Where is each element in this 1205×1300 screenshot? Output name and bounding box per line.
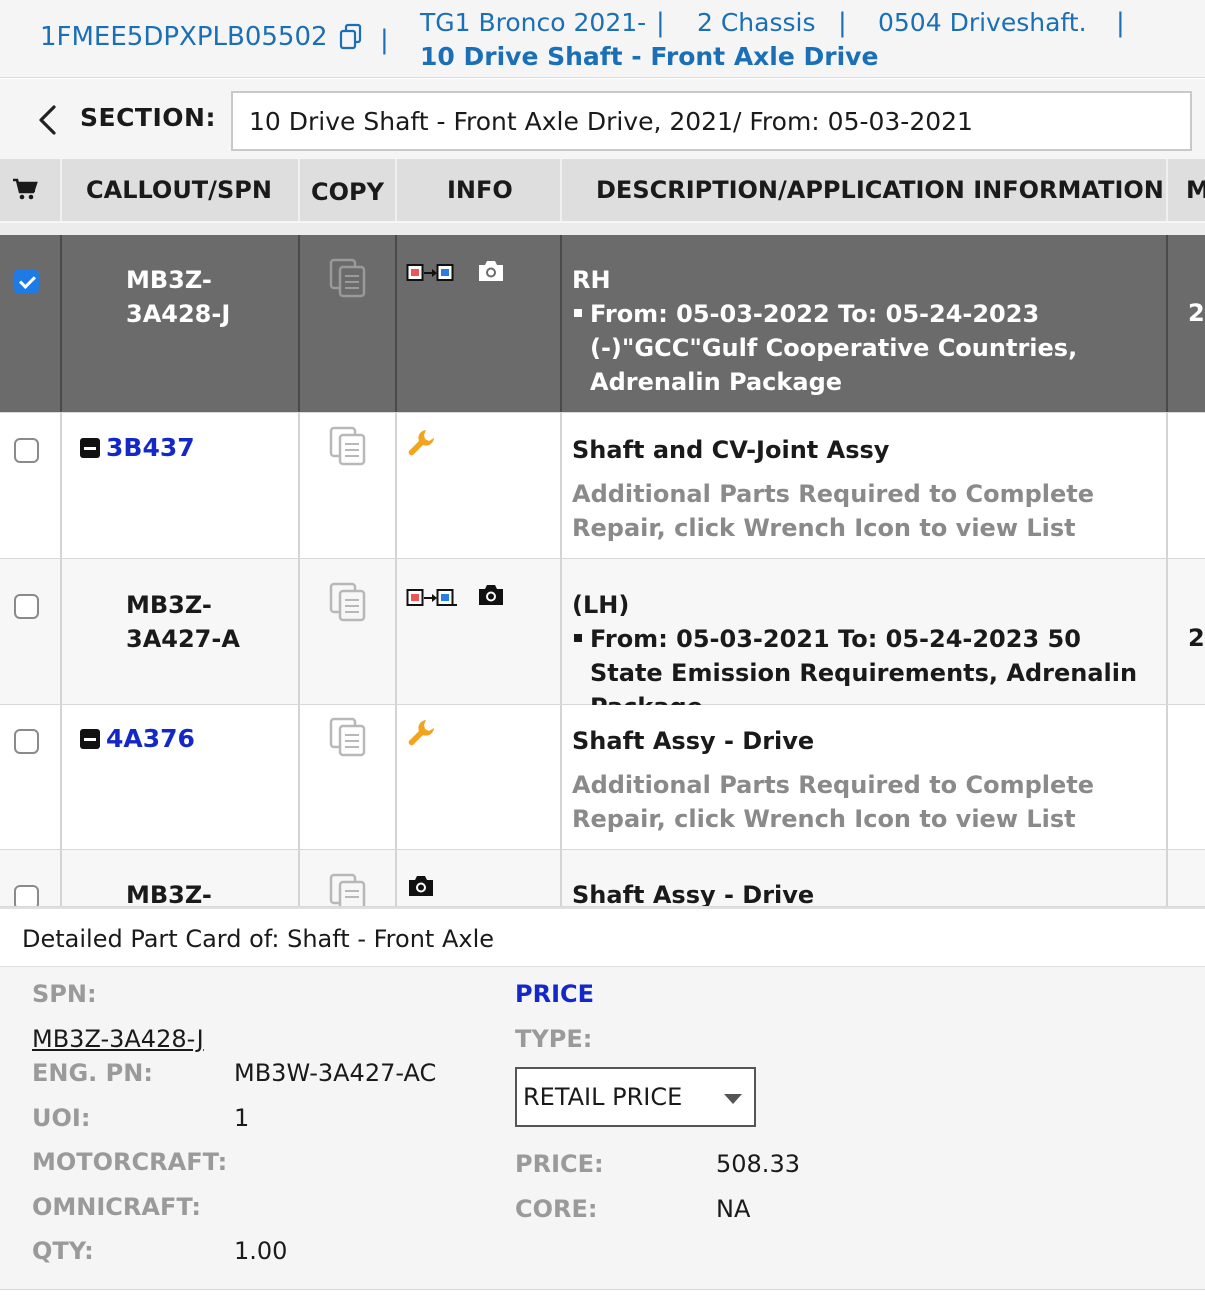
callout-link[interactable]: 3B437: [80, 433, 195, 462]
table-row[interactable]: 4A376 Shaft Assy - Drive Additional Part…: [0, 705, 1205, 850]
part-title: (LH): [572, 591, 630, 619]
repair-note: Additional Parts Required to Complete Re…: [572, 480, 1095, 542]
interchange-icon[interactable]: [406, 263, 454, 283]
row-checkbox[interactable]: [14, 269, 39, 294]
copy-icon[interactable]: [328, 425, 368, 467]
breadcrumb-separator: |: [380, 25, 389, 55]
row-checkbox[interactable]: [14, 729, 39, 754]
uoi-label: UOI:: [32, 1104, 91, 1132]
header-spacer: [0, 221, 1205, 235]
breadcrumb-separator: |: [1116, 8, 1125, 38]
camera-icon[interactable]: [476, 583, 506, 607]
dropdown-arrow-icon: [724, 1094, 742, 1104]
price-type-select[interactable]: RETAIL PRICE: [515, 1067, 756, 1127]
omnicraft-label: OMNICRAFT:: [32, 1193, 202, 1221]
price-type-label: TYPE:: [515, 1025, 593, 1053]
eng-pn-label: ENG. PN:: [32, 1059, 153, 1087]
qty-label: QTY:: [32, 1237, 94, 1265]
camera-icon[interactable]: [406, 874, 436, 898]
breadcrumb-vehicle[interactable]: TG1 Bronco 2021-: [420, 8, 646, 37]
qty-value: 1.00: [234, 1237, 288, 1265]
column-header-description[interactable]: DESCRIPTION/APPLICATION INFORMATION: [596, 159, 1164, 221]
collapse-icon[interactable]: [80, 437, 100, 458]
row-checkbox[interactable]: [14, 885, 39, 906]
uoi-value: 1: [234, 1104, 250, 1132]
spn-label: SPN:: [32, 980, 97, 1008]
part-title: Shaft and CV-Joint Assy: [572, 436, 890, 464]
application-info: From: 05-03-2022 To: 05-24-2023 (-)"GCC"…: [574, 297, 1160, 399]
camera-icon[interactable]: [476, 259, 506, 283]
part-card: SPN: MB3Z-3A428-J ENG. PN: MB3W-3A427-AC…: [0, 967, 1205, 1290]
copy-icon[interactable]: [328, 716, 368, 758]
collapse-icon[interactable]: [80, 728, 100, 749]
part-title: Shaft Assy - Drive: [572, 881, 815, 907]
breadcrumb-bar: 1FMEE5DPXPLB05502 | TG1 Bronco 2021- | 2…: [0, 0, 1205, 78]
cart-icon[interactable]: [12, 177, 38, 201]
breadcrumb-group[interactable]: 2 Chassis: [697, 8, 816, 37]
callout-spn[interactable]: MB3Z- 3A427-A: [126, 588, 240, 656]
callout-link[interactable]: 4A376: [80, 724, 195, 753]
price-header: PRICE: [515, 980, 595, 1008]
breadcrumb-subgroup[interactable]: 0504 Driveshaft.: [878, 8, 1087, 37]
vin-text: 1FMEE5DPXPLB05502: [40, 22, 328, 52]
qty-cell: 2: [1188, 624, 1205, 652]
core-value: NA: [716, 1195, 751, 1223]
section-select[interactable]: 10 Drive Shaft - Front Axle Drive, 2021/…: [231, 91, 1196, 151]
breadcrumb-separator: |: [656, 8, 665, 38]
parts-table-header: CALLOUT/SPN COPY INFO DESCRIPTION/APPLIC…: [0, 159, 1205, 221]
copy-icon[interactable]: [328, 872, 368, 907]
part-card-title: Detailed Part Card of: Shaft - Front Axl…: [22, 925, 494, 953]
column-header-copy[interactable]: COPY: [311, 161, 384, 223]
row-checkbox[interactable]: [14, 438, 39, 463]
core-label: CORE:: [515, 1195, 598, 1223]
table-row[interactable]: MB3Z- 3A427-A (LH) From: 05-03-2021 To: 0…: [0, 559, 1205, 721]
wrench-icon[interactable]: [406, 717, 438, 749]
price-value: 508.33: [716, 1150, 800, 1178]
interchange-icon[interactable]: [406, 588, 458, 608]
table-row[interactable]: MB3Z- 3A428-J RH From: 05-03-2022 To: 05-…: [0, 235, 1205, 413]
vin-link[interactable]: 1FMEE5DPXPLB05502: [40, 22, 364, 52]
section-select-edge: [1190, 91, 1205, 151]
motorcraft-label: MOTORCRAFT:: [32, 1148, 228, 1176]
callout-spn[interactable]: MB3Z-: [126, 878, 212, 906]
breadcrumb-section-title[interactable]: 10 Drive Shaft - Front Axle Drive: [420, 42, 878, 71]
copy-icon[interactable]: [328, 581, 368, 623]
part-title: RH: [572, 266, 611, 294]
table-row[interactable]: MB3Z- Shaft Assy - Drive: [0, 850, 1205, 907]
column-header-info[interactable]: INFO: [447, 159, 513, 221]
price-label: PRICE:: [515, 1150, 604, 1178]
section-label: SECTION:: [80, 103, 216, 132]
table-row[interactable]: 3B437 Shaft and CV-Joint Assy Additional…: [0, 413, 1205, 559]
breadcrumb-separator: |: [838, 8, 847, 38]
copy-icon[interactable]: [328, 257, 368, 299]
column-header-m[interactable]: M: [1186, 159, 1205, 221]
row-checkbox[interactable]: [14, 594, 39, 619]
wrench-icon[interactable]: [406, 427, 438, 459]
copy-vin-icon[interactable]: [338, 23, 364, 51]
part-card-header: Detailed Part Card of: Shaft - Front Axl…: [0, 907, 1205, 967]
part-title: Shaft Assy - Drive: [572, 727, 815, 755]
back-chevron-icon[interactable]: [34, 103, 62, 137]
spn-link[interactable]: MB3Z-3A428-J: [32, 1025, 204, 1053]
callout-spn[interactable]: MB3Z- 3A428-J: [126, 263, 230, 331]
repair-note: Additional Parts Required to Complete Re…: [572, 771, 1095, 833]
column-header-callout[interactable]: CALLOUT/SPN: [86, 159, 272, 221]
eng-pn-value: MB3W-3A427-AC: [234, 1059, 437, 1087]
section-bar: SECTION: 10 Drive Shaft - Front Axle Dri…: [0, 79, 1205, 159]
qty-cell: 2: [1188, 299, 1205, 327]
